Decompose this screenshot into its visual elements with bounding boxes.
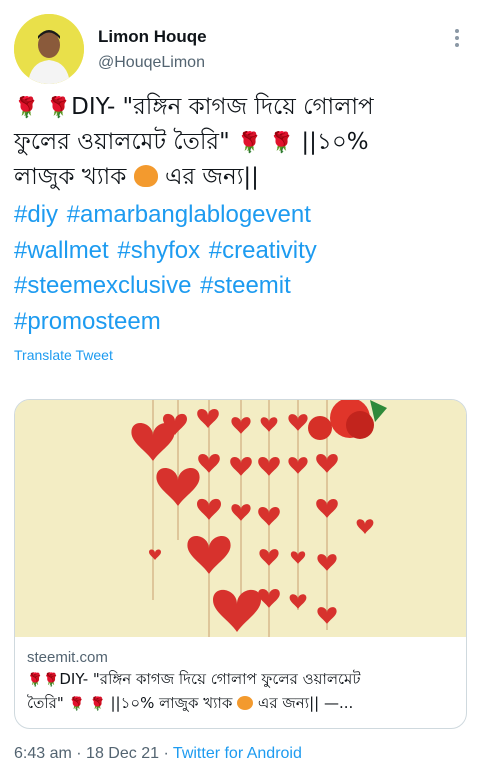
rose-emoji: 🌹	[27, 673, 44, 688]
tweet-line-1: DIY- "রঙ্গিন কাগজ দিয়ে গোলাপ	[71, 94, 374, 120]
hashtag-shyfox[interactable]: #shyfox	[117, 237, 200, 264]
hashtag-steemexclusive[interactable]: #steemexclusive	[14, 272, 191, 299]
card-title-line-2-end: এর জন্য|| —...	[257, 694, 354, 712]
rose-emoji: 🌹	[43, 673, 60, 688]
card-domain: steemit.com	[27, 649, 108, 666]
author-handle[interactable]: @HouqeLimon	[98, 54, 205, 72]
meta-separator: ·	[76, 745, 82, 762]
tweet-header: Limon Houqe @HouqeLimon	[14, 14, 467, 84]
rose-emoji: 🌹	[89, 697, 106, 712]
tweet-meta: 6:43 am · 18 Dec 21 · Twitter for Androi…	[14, 745, 302, 763]
hashtags: #diy #amarbanglablogevent #wallmet #shyf…	[14, 197, 469, 339]
hashtag-wallmet[interactable]: #wallmet	[14, 237, 109, 264]
rose-emoji: 🌹	[68, 697, 85, 712]
card-title-line-2-mid: ||১০% লাজুক খ্যাক	[110, 694, 233, 712]
tweet-line-2-suffix: ||১০%	[301, 129, 369, 155]
author-name[interactable]: Limon Houqe	[98, 27, 207, 47]
link-card[interactable]: steemit.com 🌹🌹DIY- "রঙ্গিন কাগজ দিয়ে গো…	[14, 399, 467, 729]
more-icon[interactable]	[447, 26, 467, 50]
tweet-source[interactable]: Twitter for Android	[173, 745, 302, 762]
card-title-line-2: তৈরি"	[27, 694, 64, 712]
hashtag-amarbanglablogevent[interactable]: #amarbanglablogevent	[67, 201, 311, 228]
rose-emoji: 🌹	[46, 95, 72, 119]
tweet-time[interactable]: 6:43 am	[14, 745, 72, 762]
fox-emoji	[237, 696, 254, 710]
tweet-line-3-suffix: এর জন্য||	[164, 164, 259, 190]
tweet-line-3: লাজুক খ্যাক	[14, 164, 127, 190]
tweet-line-2: ফুলের ওয়ালমেট তৈরি"	[14, 129, 230, 155]
hashtag-steemit[interactable]: #steemit	[200, 272, 291, 299]
avatar[interactable]	[14, 14, 84, 84]
meta-separator: ·	[163, 745, 169, 762]
hashtag-promosteem[interactable]: #promosteem	[14, 308, 161, 335]
rose-emoji: 🌹	[14, 95, 39, 119]
tweet-date[interactable]: 18 Dec 21	[86, 745, 159, 762]
tweet-text: 🌹 🌹DIY- "রঙ্গিন কাগজ দিয়ে গোলাপ ফুলের ও…	[14, 90, 469, 195]
hashtag-creativity[interactable]: #creativity	[209, 237, 317, 264]
translate-tweet-link[interactable]: Translate Tweet	[14, 347, 113, 363]
fox-emoji	[133, 165, 158, 187]
hashtag-diy[interactable]: #diy	[14, 201, 58, 228]
rose-emoji: 🌹	[236, 130, 262, 154]
rose-emoji: 🌹	[269, 130, 295, 154]
card-title: 🌹🌹DIY- "রঙ্গিন কাগজ দিয়ে গোলাপ ফুলের ওয…	[27, 668, 457, 716]
card-image[interactable]	[15, 400, 466, 637]
card-title-line-1: DIY- "রঙ্গিন কাগজ দিয়ে গোলাপ ফুলের ওয়া…	[59, 670, 361, 688]
